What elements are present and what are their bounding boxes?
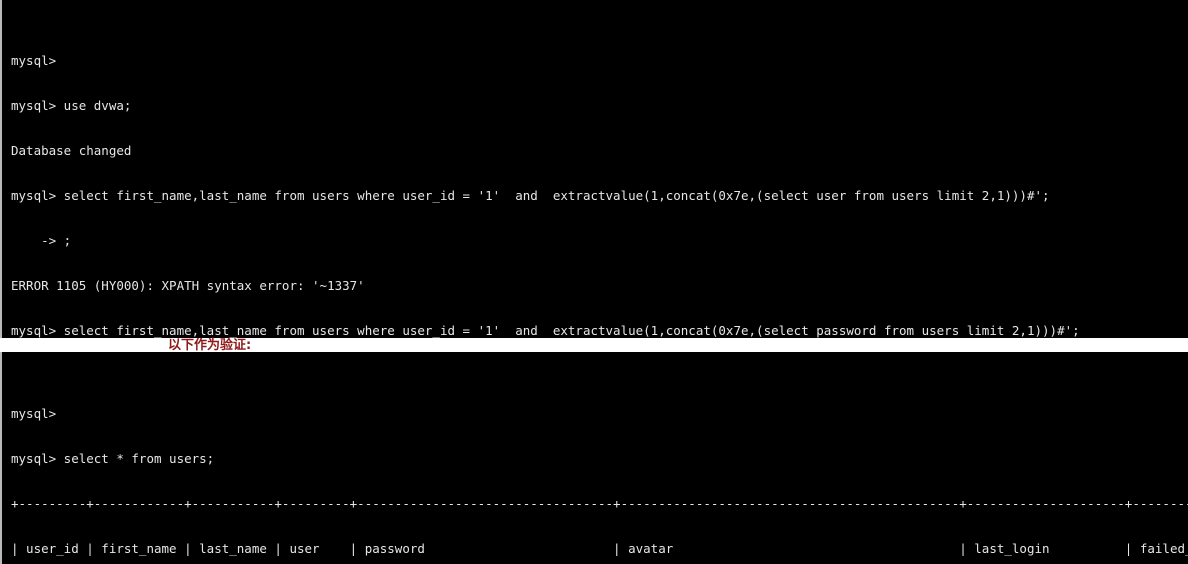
mysql-users-terminal[interactable]: mysql> mysql> select * from users; +----… xyxy=(0,352,1188,564)
terminal-line: mysql> xyxy=(11,53,57,68)
table-rule-top: +---------+------------+-----------+----… xyxy=(11,496,1188,511)
table-header-row: | user_id | first_name | last_name | use… xyxy=(11,541,1188,556)
terminal-line: -> ; xyxy=(11,233,72,248)
terminal-line: Database changed xyxy=(11,143,132,158)
mysql-injection-terminal[interactable]: mysql> mysql> use dvwa; Database changed… xyxy=(0,0,1188,338)
terminal-prompt-clipped: mysql> xyxy=(11,406,57,421)
terminal-line: mysql> select first_name,last_name from … xyxy=(11,188,1050,203)
terminal-line: ERROR 1105 (HY000): XPATH syntax error: … xyxy=(11,278,365,293)
verification-annotation-label: 以下作为验证: xyxy=(168,338,252,353)
terminal-command-line: mysql> select * from users; xyxy=(11,451,215,466)
terminal-line: mysql> use dvwa; xyxy=(11,98,132,113)
terminal-scrollback-top: mysql> mysql> use dvwa; Database changed… xyxy=(11,23,1188,338)
annotation-gap: 以下作为验证: xyxy=(0,338,1188,353)
terminal-scrollback-bottom: mysql> mysql> select * from users; +----… xyxy=(11,376,1188,564)
